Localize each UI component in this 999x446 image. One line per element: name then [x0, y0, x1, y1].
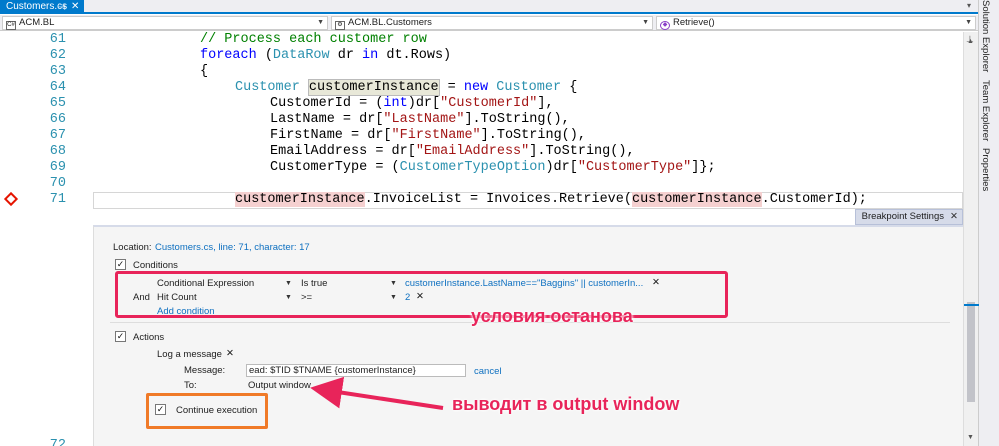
scroll-breakpoint-marker	[964, 304, 979, 306]
code-comment: // Process each customer row	[200, 32, 427, 47]
code-line: CustomerType = (CustomerTypeOption)dr["C…	[270, 160, 716, 175]
class-dropdown[interactable]: ⚙ ACM.BL.Customers ▼	[331, 16, 653, 30]
line-number: 72	[49, 438, 66, 446]
code-line: LastName = dr["LastName"].ToString(),	[270, 112, 570, 127]
pin-icon[interactable]: ⊣	[58, 0, 66, 14]
project-dropdown[interactable]: C# ACM.BL ▼	[2, 16, 328, 30]
close-icon[interactable]: ✕	[950, 210, 958, 224]
team-explorer-tab[interactable]: Team Explorer	[980, 80, 991, 141]
annotation-output-text: выводит в output window	[452, 394, 680, 414]
scroll-thumb[interactable]	[967, 302, 975, 402]
method-icon: ◆	[660, 21, 670, 30]
conditions-checkbox[interactable]: ✓	[115, 259, 126, 270]
breakpoint-settings-header: Breakpoint Settings ✕	[93, 209, 963, 225]
breakpoint-settings-title: Breakpoint Settings	[861, 211, 944, 222]
breakpoint-settings-tab: Breakpoint Settings ✕	[854, 209, 963, 225]
code-line: Customer customerInstance = new Customer…	[235, 79, 578, 96]
tab-list-dropdown-icon[interactable]: ▾	[967, 1, 971, 10]
line-number: 64	[49, 80, 66, 95]
actions-label: Actions	[133, 332, 165, 343]
solution-explorer-tab[interactable]: Solution Explorer	[980, 0, 991, 72]
class-icon: ⚙	[335, 21, 345, 30]
csharp-project-icon: C#	[6, 21, 16, 30]
line-number: 62	[49, 48, 66, 63]
log-message-label: Log a message	[157, 349, 222, 360]
line-number: 66	[49, 112, 66, 127]
message-input[interactable]: ead: $TID $TNAME {customerInstance}	[246, 364, 466, 377]
code-line: FirstName = dr["FirstName"].ToString(),	[270, 128, 586, 143]
message-label: Message:	[184, 365, 226, 376]
line-number: 71	[49, 192, 66, 207]
line-number: 67	[49, 128, 66, 143]
scroll-down-icon[interactable]: ▼	[967, 434, 974, 441]
code-line-breakpoint: customerInstance.InvoiceList = Invoices.…	[235, 192, 867, 207]
annotation-arrow	[310, 376, 444, 410]
chevron-down-icon: ▼	[317, 19, 324, 26]
annotation-conditions-box	[115, 271, 728, 318]
location-label: Location:	[113, 242, 152, 253]
code-line: {	[200, 64, 209, 79]
chevron-down-icon: ▼	[965, 19, 972, 26]
navigation-bar: C# ACM.BL ▼ ⚙ ACM.BL.Customers ▼ ◆ Retrieve…	[0, 15, 978, 31]
member-dropdown-label: Retrieve()	[673, 17, 715, 28]
line-number: 65	[49, 96, 66, 111]
visual-studio-window: Customers.cs ⊣ ✕ ▾ C# ACM.BL ▼ ⚙ ACM.BL.Cu…	[0, 0, 999, 446]
annotation-continue-box	[146, 393, 268, 429]
chevron-down-icon: ▼	[642, 19, 649, 26]
location-link[interactable]: Customers.cs, line: 71, character: 17	[155, 242, 310, 253]
code-line: foreach (DataRow dr in dt.Rows)	[200, 48, 452, 63]
remove-action-icon[interactable]: ✕	[226, 348, 234, 359]
class-dropdown-label: ACM.BL.Customers	[348, 17, 432, 28]
conditions-label: Conditions	[133, 260, 178, 271]
annotation-conditions-text: условия останова	[471, 306, 633, 326]
line-number: 70	[49, 176, 66, 191]
document-tab-bar: Customers.cs ⊣ ✕ ▾	[0, 0, 978, 14]
line-number: 69	[49, 160, 66, 175]
cancel-link[interactable]: cancel	[474, 366, 501, 377]
code-line: CustomerId = (int)dr["CustomerId"],	[270, 96, 554, 111]
line-number: 68	[49, 144, 66, 159]
project-dropdown-label: ACM.BL	[19, 17, 55, 28]
line-number: 61	[49, 32, 66, 47]
close-icon[interactable]: ✕	[71, 0, 79, 14]
split-editor-icon[interactable]: ⊥	[966, 34, 974, 45]
properties-tab[interactable]: Properties	[980, 148, 991, 191]
code-line: // Process each customer row	[200, 32, 427, 48]
tab-customers-cs[interactable]: Customers.cs ⊣ ✕	[0, 0, 84, 14]
member-dropdown[interactable]: ◆ Retrieve() ▼	[656, 16, 976, 30]
to-label: To:	[184, 380, 197, 391]
line-number: 63	[49, 64, 66, 79]
code-line: EmailAddress = dr["EmailAddress"].ToStri…	[270, 144, 635, 159]
actions-checkbox[interactable]: ✓	[115, 331, 126, 342]
vertical-scrollbar[interactable]: ▲ ▼	[963, 32, 979, 446]
